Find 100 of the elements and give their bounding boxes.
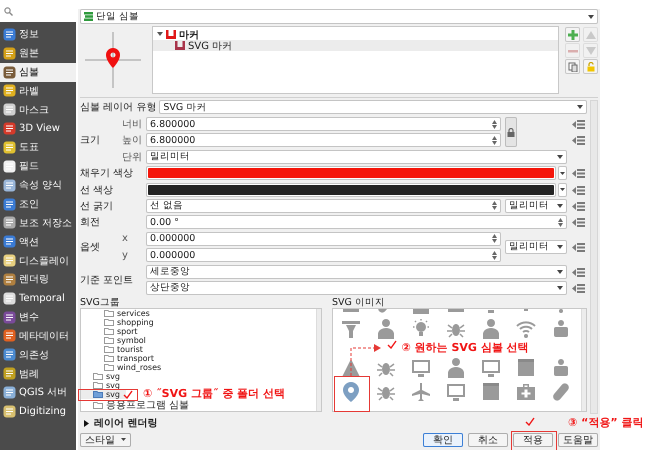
- spin-arrows-icon: [492, 201, 497, 210]
- spin-box[interactable]: 0.000000: [146, 232, 501, 246]
- dialog-button[interactable]: 도움말: [558, 432, 598, 446]
- style-button[interactable]: 스타일: [80, 432, 131, 446]
- unit-dropdown[interactable]: 밀리미터: [505, 240, 567, 254]
- sidebar-item[interactable]: 원본: [0, 44, 76, 63]
- tile-icon: [3, 103, 16, 116]
- sidebar-item[interactable]: 범례: [0, 364, 76, 384]
- section-label: SVG그룹: [80, 296, 121, 308]
- sidebar-item[interactable]: 디스플레이: [0, 251, 76, 270]
- spin-box[interactable]: 0.000000: [146, 248, 501, 262]
- dialog-button[interactable]: 확인: [423, 432, 463, 446]
- spin-box[interactable]: 6.800000: [146, 133, 501, 148]
- sidebar-item[interactable]: 속성 양식: [0, 176, 76, 195]
- dropdown-button[interactable]: [558, 166, 567, 180]
- highlight-box: [511, 430, 557, 450]
- padlock-icon: [507, 128, 515, 137]
- dropdown[interactable]: 세로중앙: [146, 264, 567, 279]
- folder-item[interactable]: svg: [81, 372, 126, 381]
- down-arrow-icon: [586, 46, 596, 56]
- tree-item[interactable]: SVG 마커: [153, 40, 558, 51]
- tile-icon: [3, 272, 16, 286]
- folder-item[interactable]: wind_roses: [81, 362, 168, 372]
- caret-icon: [121, 438, 126, 441]
- marker-icon: [175, 41, 185, 50]
- spin-box[interactable]: 0.00 °: [146, 215, 567, 230]
- spin-arrows-icon: [492, 234, 497, 244]
- section-label: SVG 이미지: [332, 296, 386, 308]
- tile-icon: [3, 122, 16, 136]
- tile-icon: [3, 367, 16, 380]
- folder-item[interactable]: tourist: [81, 344, 149, 354]
- sidebar-item[interactable]: 3D View: [0, 119, 76, 138]
- folder-item[interactable]: symbol: [81, 336, 152, 345]
- sidebar-item[interactable]: 심볼: [0, 62, 76, 82]
- sidebar-item[interactable]: 변수: [0, 308, 76, 326]
- unit-dropdown[interactable]: 밀리미터: [505, 198, 567, 213]
- sidebar-item[interactable]: 메타데이터: [0, 326, 76, 346]
- sidebar-item[interactable]: 도표: [0, 138, 76, 157]
- spin-arrows-icon: [492, 250, 497, 260]
- sidebar-item[interactable]: 렌더링: [0, 270, 76, 289]
- check-icon: [525, 416, 535, 426]
- layer-type-dropdown[interactable]: SVG 마커: [159, 100, 587, 114]
- field-label: 선 색상: [80, 184, 114, 197]
- field-label: 기준 포인트: [80, 274, 134, 287]
- tile-icon: [3, 140, 16, 154]
- field-label: 선 굵기: [80, 200, 114, 213]
- folder-item[interactable]: transport: [81, 354, 160, 363]
- sidebar-item[interactable]: 의존성: [0, 345, 76, 364]
- folder-item[interactable]: services: [81, 308, 156, 318]
- field-label: 단위: [122, 150, 142, 164]
- folder-item[interactable]: 응용프로그램 심볼: [81, 400, 196, 411]
- sidebar-item[interactable]: 마스크: [0, 100, 76, 120]
- section-header[interactable]: 레이어 렌더링: [80, 416, 158, 430]
- dropdown[interactable]: 밀리미터: [146, 150, 567, 164]
- sidebar-item[interactable]: 필드: [0, 156, 76, 176]
- dialog-button[interactable]: 취소: [468, 432, 508, 446]
- spin-arrows-icon: [492, 120, 497, 128]
- tile-icon: [3, 254, 16, 268]
- tile-icon: [3, 386, 16, 399]
- annotation-text: ② 원하는 SVG 심볼 선택: [402, 340, 529, 354]
- caret-icon: [557, 244, 563, 249]
- field-label: 옵셋: [80, 240, 101, 254]
- tree-item[interactable]: 마커: [153, 29, 558, 40]
- duplicate-layer-button[interactable]: [565, 59, 580, 74]
- tile-icon: [3, 46, 16, 60]
- caret-icon: [557, 286, 563, 290]
- up-arrow-icon: [586, 30, 596, 40]
- sidebar-item[interactable]: 정보: [0, 25, 76, 44]
- highlight-box: [78, 388, 138, 401]
- spin-box[interactable]: 선 없음: [146, 198, 501, 213]
- aspect-lock-button[interactable]: [505, 117, 517, 148]
- tile-icon: [3, 348, 16, 362]
- field-label: 심볼 레이어 유형: [80, 101, 156, 114]
- expand-arrow-icon: [84, 420, 89, 426]
- add-layer-button[interactable]: [565, 27, 580, 42]
- field-label: 높이: [122, 134, 142, 148]
- dialog-button[interactable]: 적용: [513, 432, 553, 446]
- sidebar-item[interactable]: 보조 저장소: [0, 213, 76, 232]
- folder-item[interactable]: shopping: [81, 318, 160, 327]
- expand-arrow-icon: [157, 32, 163, 37]
- dropdown[interactable]: 상단중앙: [146, 280, 567, 295]
- sidebar-item[interactable]: Digitizing: [0, 402, 76, 421]
- sidebar-item[interactable]: Temporal: [0, 288, 76, 308]
- caret-icon: [557, 154, 563, 159]
- dropdown-button[interactable]: [558, 182, 567, 197]
- sidebar-item[interactable]: 라벨: [0, 82, 76, 100]
- field-label: 채우기 색상: [80, 167, 134, 180]
- tile-icon: [3, 404, 16, 418]
- copy-icon: [568, 62, 578, 72]
- caret-icon: [557, 204, 563, 208]
- sidebar-item[interactable]: 조인: [0, 194, 76, 214]
- folder-item[interactable]: sport: [81, 326, 144, 336]
- sidebar-item[interactable]: 액션: [0, 232, 76, 252]
- spin-box[interactable]: 6.800000: [146, 117, 501, 131]
- plane-icon[interactable]: [410, 380, 432, 403]
- tile-icon: [3, 235, 16, 248]
- sidebar-item[interactable]: QGIS 서버: [0, 383, 76, 402]
- renderer-dropdown[interactable]: 단일 심볼: [80, 9, 598, 24]
- spin-arrows-icon: [558, 218, 563, 227]
- caret-icon: [560, 172, 565, 175]
